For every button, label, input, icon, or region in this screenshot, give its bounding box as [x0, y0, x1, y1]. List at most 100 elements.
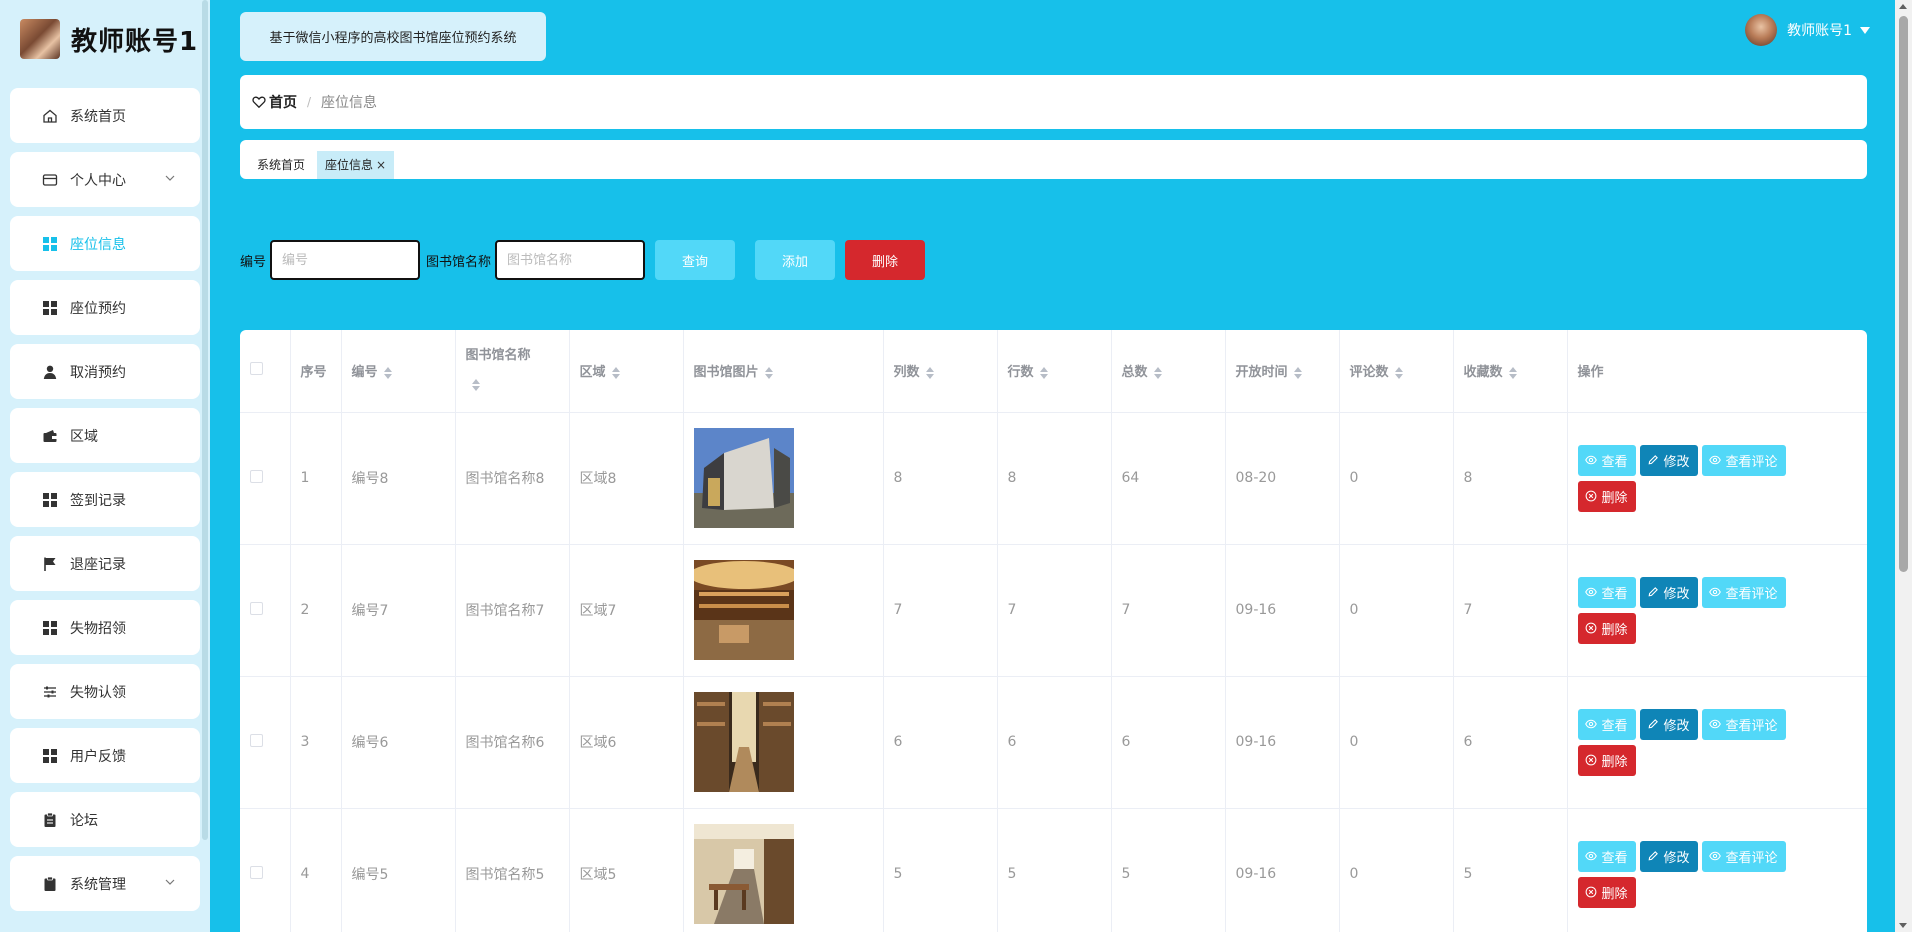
- header-image[interactable]: 图书馆图片: [683, 330, 884, 413]
- close-icon[interactable]: ×: [376, 158, 386, 172]
- view-comments-button[interactable]: 查看评论: [1701, 840, 1786, 872]
- edit-button[interactable]: 修改: [1639, 708, 1698, 740]
- query-button[interactable]: 查询: [655, 240, 736, 280]
- page-scrollbar[interactable]: [1895, 0, 1912, 932]
- sort-icon[interactable]: [925, 366, 934, 379]
- sort-icon[interactable]: [471, 379, 480, 392]
- cell-favorites: 7: [1453, 544, 1568, 677]
- sidebar-item-system-management[interactable]: 系统管理: [10, 856, 200, 911]
- number-input[interactable]: [270, 240, 421, 280]
- header-open-time[interactable]: 开放时间: [1225, 330, 1340, 413]
- library-image[interactable]: [693, 824, 794, 924]
- sidebar-item-lost-and-found[interactable]: 失物招领: [10, 600, 200, 655]
- header-number[interactable]: 编号: [341, 330, 456, 413]
- chevron-down-icon: [164, 876, 178, 890]
- wallet-icon: [41, 427, 59, 445]
- library-image[interactable]: [693, 692, 794, 792]
- row-checkbox[interactable]: [250, 601, 263, 615]
- row-checkbox[interactable]: [250, 469, 263, 483]
- edit-button[interactable]: 修改: [1639, 576, 1698, 608]
- card-icon: [41, 171, 59, 189]
- view-button[interactable]: 查看: [1577, 576, 1636, 608]
- add-button[interactable]: 添加: [755, 240, 836, 280]
- header-rows[interactable]: 行数: [997, 330, 1112, 413]
- cell-open-time: 09-16: [1225, 676, 1340, 809]
- sort-icon[interactable]: [611, 366, 620, 379]
- sidebar-item-home[interactable]: 系统首页: [10, 88, 200, 143]
- sidebar-item-leave-records[interactable]: 退座记录: [10, 536, 200, 591]
- cell-favorites: 6: [1453, 676, 1568, 809]
- sidebar-item-personal-center[interactable]: 个人中心: [10, 152, 200, 207]
- sidebar-item-seat-info[interactable]: 座位信息: [10, 216, 200, 271]
- select-all-checkbox[interactable]: [250, 362, 263, 376]
- sort-icon[interactable]: [1039, 366, 1048, 379]
- cell-area: 区域5: [569, 808, 684, 932]
- header-comments[interactable]: 评论数: [1339, 330, 1454, 413]
- delete-button[interactable]: 删除: [1577, 876, 1636, 908]
- batch-delete-button[interactable]: 删除: [845, 240, 926, 280]
- edit-button[interactable]: 修改: [1639, 840, 1698, 872]
- delete-button[interactable]: 删除: [1577, 480, 1636, 512]
- user-menu[interactable]: 教师账号1: [1745, 14, 1870, 46]
- scroll-down-icon[interactable]: [1899, 923, 1907, 928]
- sidebar-item-label: 座位预约: [70, 300, 126, 317]
- view-comments-button[interactable]: 查看评论: [1701, 576, 1786, 608]
- edit-icon: [1648, 587, 1658, 597]
- sort-icon[interactable]: [764, 366, 773, 379]
- edit-icon: [1648, 455, 1658, 465]
- row-checkbox[interactable]: [250, 865, 263, 879]
- select-all-cell: [240, 330, 291, 413]
- sidebar-item-label: 论坛: [70, 812, 98, 829]
- row-checkbox[interactable]: [250, 733, 263, 747]
- tag-home[interactable]: 系统首页: [257, 151, 313, 179]
- brand-title: 教师账号1: [71, 26, 199, 57]
- header-area[interactable]: 区域: [569, 330, 684, 413]
- sort-icon[interactable]: [1293, 366, 1302, 379]
- library-image[interactable]: [693, 560, 794, 660]
- header-actions: 操作: [1567, 330, 1867, 413]
- sort-icon[interactable]: [1508, 366, 1517, 379]
- sidebar-item-user-feedback[interactable]: 用户反馈: [10, 728, 200, 783]
- view-button[interactable]: 查看: [1577, 708, 1636, 740]
- delete-circle-icon: [1585, 622, 1596, 634]
- view-button[interactable]: 查看: [1577, 444, 1636, 476]
- sidebar-item-area[interactable]: 区域: [10, 408, 200, 463]
- library-name-input[interactable]: [495, 240, 646, 280]
- edit-button[interactable]: 修改: [1639, 444, 1698, 476]
- sidebar-item-seat-reservation[interactable]: 座位预约: [10, 280, 200, 335]
- sidebar-item-checkin-records[interactable]: 签到记录: [10, 472, 200, 527]
- tag-seat-info[interactable]: 座位信息 ×: [317, 151, 395, 179]
- cell-rows: 5: [997, 808, 1112, 932]
- header-total[interactable]: 总数: [1111, 330, 1226, 413]
- view-comments-button[interactable]: 查看评论: [1701, 444, 1786, 476]
- edit-icon: [1648, 719, 1658, 729]
- sort-icon[interactable]: [383, 366, 392, 379]
- brand: 教师账号1: [20, 18, 198, 60]
- grid-icon: [41, 491, 59, 509]
- header-library-name[interactable]: 图书馆名称: [455, 330, 570, 413]
- cell-rows: 8: [997, 412, 1112, 545]
- sidebar-scrollbar[interactable]: [202, 0, 208, 840]
- scrollbar-thumb[interactable]: [1899, 16, 1908, 572]
- header-cols[interactable]: 列数: [883, 330, 998, 413]
- cell-total: 7: [1111, 544, 1226, 677]
- heart-icon: [252, 96, 266, 109]
- cell-comments: 0: [1339, 676, 1454, 809]
- view-comments-button[interactable]: 查看评论: [1701, 708, 1786, 740]
- library-name-label: 图书馆名称: [426, 254, 492, 270]
- sidebar-menu: 系统首页 个人中心 座位信息 座位预约 取消预约 区域 签到记录 退座记录 失物…: [10, 88, 200, 920]
- sort-icon[interactable]: [1153, 366, 1162, 379]
- sort-icon[interactable]: [1394, 366, 1403, 379]
- scroll-up-icon[interactable]: [1899, 4, 1907, 9]
- delete-button[interactable]: 删除: [1577, 612, 1636, 644]
- breadcrumb-home[interactable]: 首页: [252, 92, 297, 112]
- delete-button[interactable]: 删除: [1577, 744, 1636, 776]
- view-button[interactable]: 查看: [1577, 840, 1636, 872]
- library-image[interactable]: [693, 428, 794, 528]
- header-favorites[interactable]: 收藏数: [1453, 330, 1568, 413]
- sidebar-item-cancel-reservation[interactable]: 取消预约: [10, 344, 200, 399]
- grid-icon: [41, 299, 59, 317]
- sidebar-item-lost-claim[interactable]: 失物认领: [10, 664, 200, 719]
- sidebar-item-forum[interactable]: 论坛: [10, 792, 200, 847]
- cell-number: 编号7: [341, 544, 456, 677]
